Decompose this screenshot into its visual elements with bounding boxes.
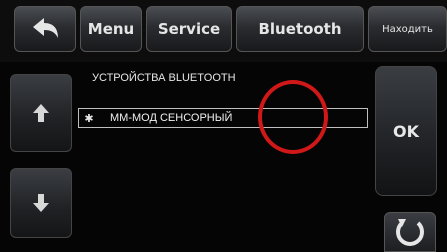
refresh-icon <box>396 219 424 246</box>
find-button[interactable]: Находить <box>368 6 447 52</box>
back-button[interactable] <box>14 6 76 52</box>
menu-button[interactable]: Menu <box>80 6 142 52</box>
highlight-ring <box>258 80 328 154</box>
section-title: УСТРОЙСТВА BLUETOOTH <box>92 72 236 84</box>
down-arrow-icon <box>33 194 49 212</box>
top-bar: Menu Service Bluetooth Находить <box>0 0 447 62</box>
back-arrow-icon <box>33 18 58 38</box>
bluetooth-icon: ✱ <box>84 111 94 125</box>
bluetooth-button[interactable]: Bluetooth <box>236 6 364 52</box>
up-arrow-icon <box>33 104 49 122</box>
ok-button[interactable]: OK <box>375 66 437 196</box>
service-button[interactable]: Service <box>146 6 232 52</box>
refresh-button[interactable] <box>384 212 436 252</box>
scroll-up-button[interactable] <box>10 74 72 152</box>
scroll-down-button[interactable] <box>10 168 72 238</box>
screen: Menu Service Bluetooth Находить УСТРОЙСТ… <box>0 0 447 252</box>
device-name: ММ-МОД СЕНСОРНЫЙ <box>110 112 233 124</box>
